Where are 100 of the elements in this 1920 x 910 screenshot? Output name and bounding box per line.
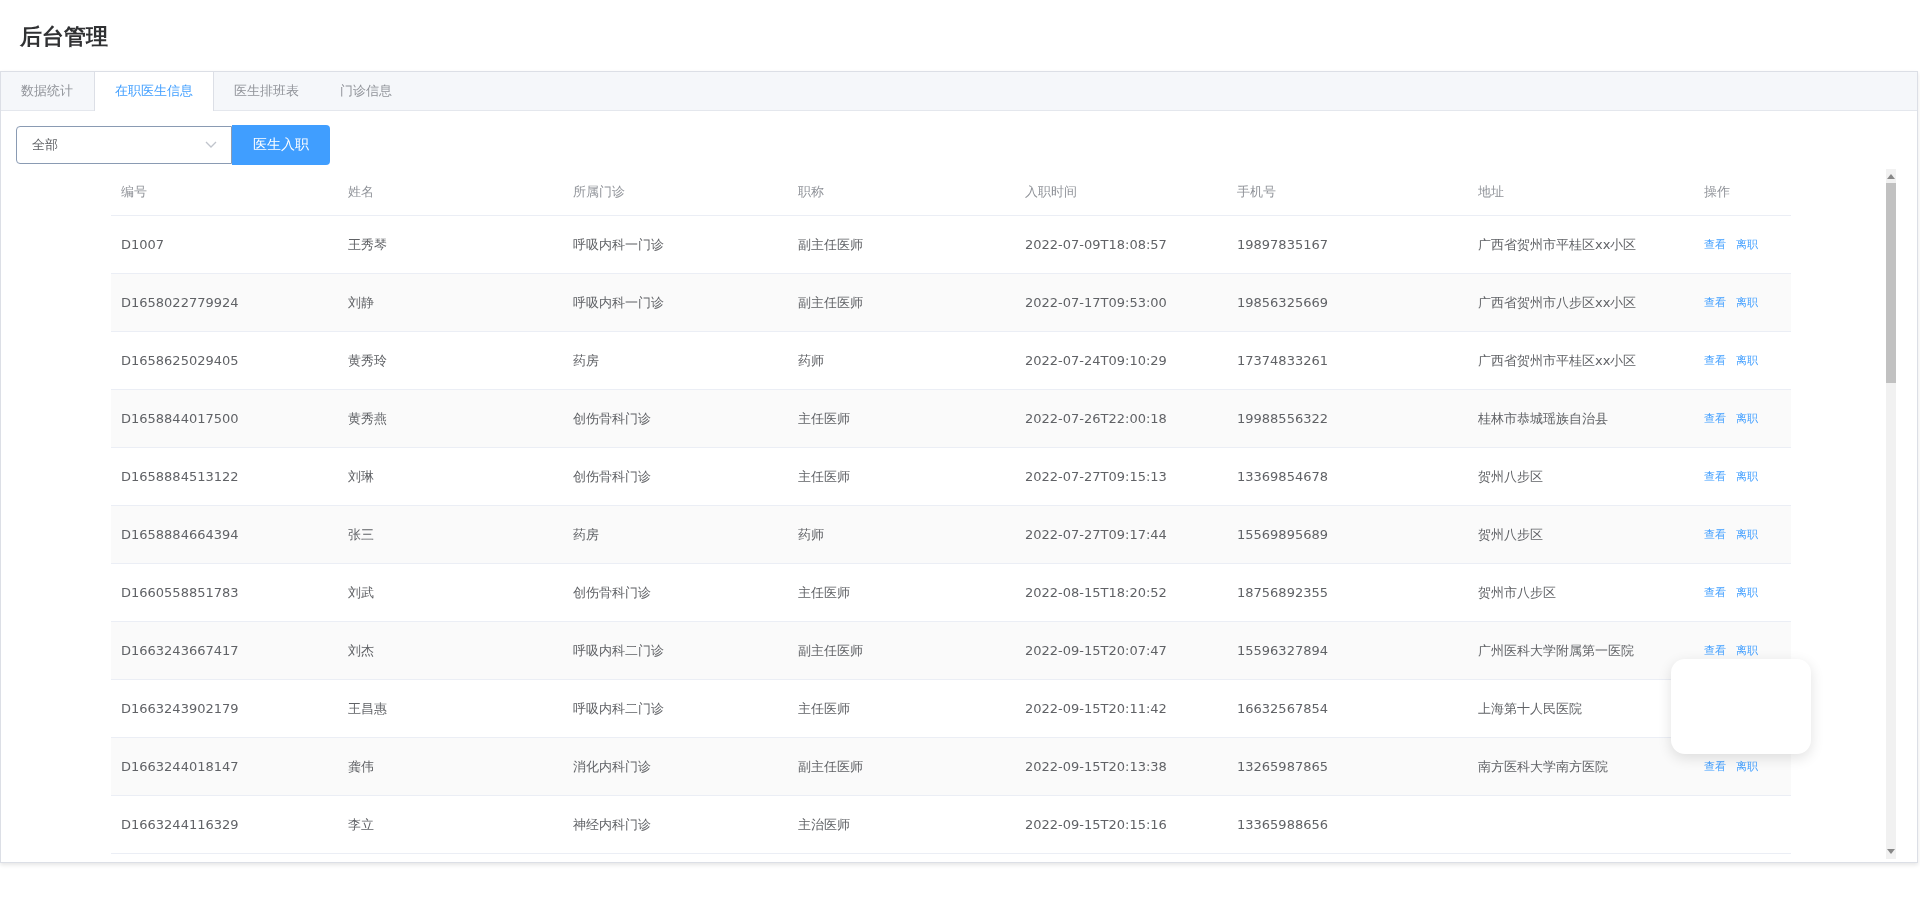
table-cell-text: 李立 <box>347 815 375 834</box>
table-cell-text: D1007 <box>120 237 166 252</box>
action-link[interactable]: 离职 <box>1736 411 1758 426</box>
table-cell-text: 15569895689 <box>1236 527 1329 542</box>
table-cell-text: 药师 <box>797 351 825 370</box>
action-link[interactable]: 查看 <box>1704 469 1726 484</box>
action-link[interactable]: 离职 <box>1736 469 1758 484</box>
table-cell-text: 神经内科门诊 <box>572 815 652 834</box>
table-cell-text: 贺州八步区 <box>1477 467 1544 486</box>
table-cell-text: 王昌惠 <box>347 699 388 718</box>
action-link[interactable]: 离职 <box>1736 295 1758 310</box>
table-cell-text: 2022-07-27T09:15:13 <box>1024 469 1168 484</box>
action-link[interactable]: 查看 <box>1704 353 1726 368</box>
table-cell-text: 主治医师 <box>797 815 851 834</box>
action-link[interactable]: 查看 <box>1704 585 1726 600</box>
table-cell-text: 13365988656 <box>1236 817 1329 832</box>
scrollbar-thumb[interactable] <box>1886 183 1896 383</box>
table-cell-text: D1663244116329 <box>120 817 240 832</box>
table-cell-text: 南方医科大学南方医院 <box>1477 757 1609 776</box>
table-cell-text: D1658844017500 <box>120 411 240 426</box>
action-link[interactable]: 查看 <box>1704 643 1726 658</box>
action-link[interactable]: 离职 <box>1736 643 1758 658</box>
column-header: 操作 <box>1703 183 1731 201</box>
table-cell-text: 广西省贺州市平桂区xx小区 <box>1477 351 1638 370</box>
table-cell-text: 广州医科大学附属第一医院 <box>1477 641 1635 660</box>
table-cell-text: 16632567854 <box>1236 701 1329 716</box>
table-cell-text: 2022-07-26T22:00:18 <box>1024 411 1168 426</box>
table-cell-text: 呼吸内科一门诊 <box>572 235 665 254</box>
table-cell-text: 药师 <box>797 525 825 544</box>
table-cell-text: 刘静 <box>347 293 375 312</box>
action-link[interactable]: 离职 <box>1736 759 1758 774</box>
tab[interactable]: 在职医生信息 <box>94 72 214 111</box>
table-cell-text: 贺州八步区 <box>1477 525 1544 544</box>
table-cell-text: 2022-09-15T20:13:38 <box>1024 759 1168 774</box>
table-cell-text: D1658625029405 <box>120 353 240 368</box>
table-cell-text: 上海第十人民医院 <box>1477 699 1583 718</box>
table-cell-text: 呼吸内科二门诊 <box>572 699 665 718</box>
table-cell-text: 13265987865 <box>1236 759 1329 774</box>
action-link[interactable]: 查看 <box>1704 237 1726 252</box>
table-cell-text: 消化内科门诊 <box>572 757 652 776</box>
table-cell-text: 2022-09-15T20:07:47 <box>1024 643 1168 658</box>
table-cell-text: 2022-07-27T09:17:44 <box>1024 527 1168 542</box>
column-header: 入职时间 <box>1024 183 1078 201</box>
column-header: 编号 <box>120 183 148 201</box>
filter-select[interactable]: 全部 <box>16 126 232 164</box>
table-cell-text: 2022-07-24T09:10:29 <box>1024 353 1168 368</box>
table-cell-text: 广西省贺州市平桂区xx小区 <box>1477 235 1638 254</box>
table-cell-text: 王秀琴 <box>347 235 388 254</box>
table-cell-text: 19988556322 <box>1236 411 1329 426</box>
table-cell-text: 黄秀玲 <box>347 351 388 370</box>
table-cell-text: D1658022779924 <box>120 295 240 310</box>
table-cell-text: 15596327894 <box>1236 643 1329 658</box>
column-header: 职称 <box>797 183 825 201</box>
table-cell-text: 副主任医师 <box>797 641 864 660</box>
table-cell-text: 2022-08-15T18:20:52 <box>1024 585 1168 600</box>
table-cell-text: 13369854678 <box>1236 469 1329 484</box>
table-cell-text: 副主任医师 <box>797 757 864 776</box>
table-cell-text: 创伤骨科门诊 <box>572 467 652 486</box>
add-doctor-button[interactable]: 医生入职 <box>232 125 330 165</box>
table-cell-text: 药房 <box>572 525 600 544</box>
table-cell-text: 17374833261 <box>1236 353 1329 368</box>
action-link[interactable]: 查看 <box>1704 759 1726 774</box>
table-cell-text: 主任医师 <box>797 583 851 602</box>
table-cell-text: 副主任医师 <box>797 293 864 312</box>
table-cell-text: 19897835167 <box>1236 237 1329 252</box>
table-cell-text: 创伤骨科门诊 <box>572 409 652 428</box>
action-link[interactable]: 离职 <box>1736 527 1758 542</box>
scroll-up-icon[interactable] <box>1887 173 1895 179</box>
action-link[interactable]: 离职 <box>1736 353 1758 368</box>
table-cell-text: D1658884664394 <box>120 527 240 542</box>
table-cell-text: D1663244018147 <box>120 759 240 774</box>
table-cell-text: 张三 <box>347 525 375 544</box>
table-cell-text: 贺州市八步区 <box>1477 583 1557 602</box>
table-cell-text: 创伤骨科门诊 <box>572 583 652 602</box>
action-link[interactable]: 离职 <box>1736 585 1758 600</box>
column-header: 姓名 <box>347 183 375 201</box>
column-header: 手机号 <box>1236 183 1277 201</box>
table-cell-text: 刘武 <box>347 583 375 602</box>
table-cell-text: 龚伟 <box>347 757 375 776</box>
action-link[interactable]: 查看 <box>1704 527 1726 542</box>
column-header: 地址 <box>1477 183 1505 201</box>
table-cell-text: 呼吸内科二门诊 <box>572 641 665 660</box>
scrollbar[interactable] <box>1886 169 1896 859</box>
action-link[interactable]: 离职 <box>1736 237 1758 252</box>
tab[interactable]: 医生排班表 <box>214 72 320 110</box>
table-cell-text: 呼吸内科一门诊 <box>572 293 665 312</box>
chevron-down-icon <box>205 141 217 149</box>
table-cell-text: 2022-07-17T09:53:00 <box>1024 295 1168 310</box>
action-link[interactable]: 查看 <box>1704 295 1726 310</box>
action-link[interactable]: 查看 <box>1704 411 1726 426</box>
table-cell-text: 18756892355 <box>1236 585 1329 600</box>
tab[interactable]: 门诊信息 <box>320 72 413 110</box>
tab[interactable]: 数据统计 <box>1 72 94 110</box>
table-cell-text: 刘杰 <box>347 641 375 660</box>
table-cell-text: D1663243902179 <box>120 701 240 716</box>
table-cell-text: D1663243667417 <box>120 643 240 658</box>
scroll-down-icon[interactable] <box>1887 849 1895 855</box>
column-header: 所属门诊 <box>572 183 626 201</box>
table-cell-text: 2022-09-15T20:11:42 <box>1024 701 1168 716</box>
page-title: 后台管理 <box>19 23 109 51</box>
